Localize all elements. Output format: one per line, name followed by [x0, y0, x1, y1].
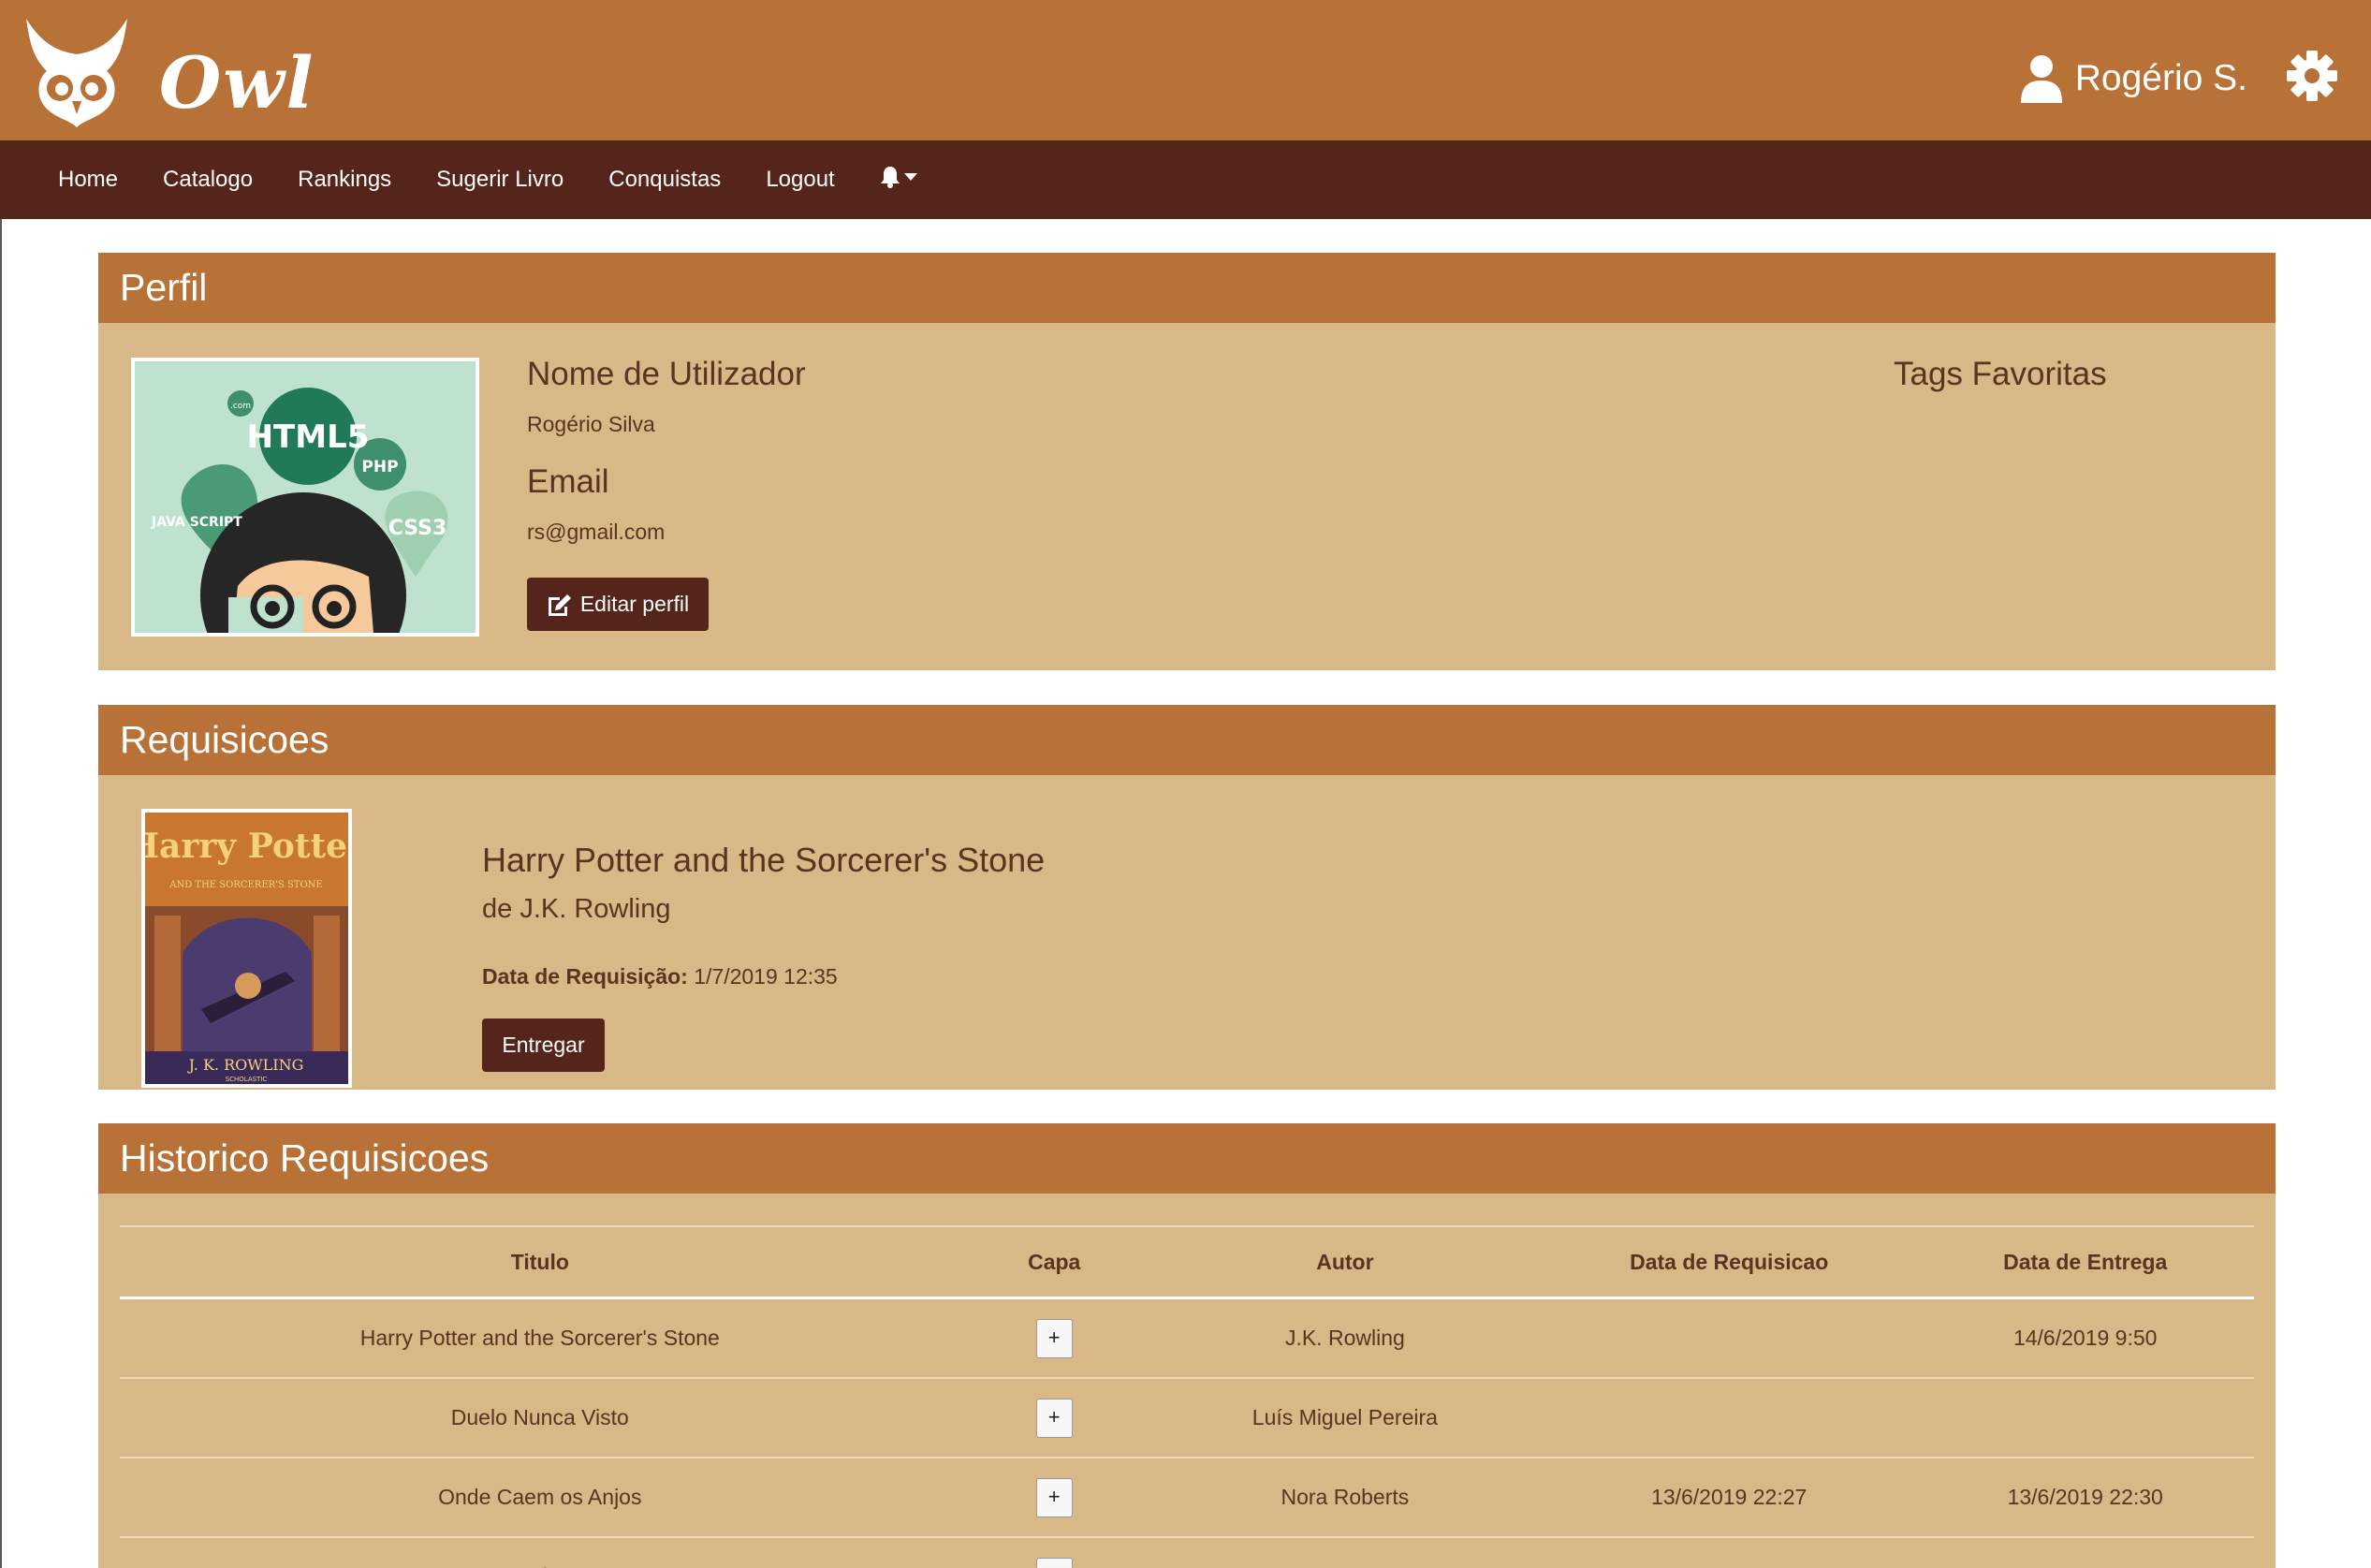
avatar: HTML5 PHP CSS3 JAVA SCRIPT .com [131, 358, 479, 637]
cell-data-requisicao [1541, 1378, 1917, 1458]
user-icon [2020, 55, 2062, 103]
column-header-autor: Autor [1148, 1225, 1542, 1299]
cell-capa: + [959, 1378, 1149, 1458]
table-row: Onde Caem os Anjos + Nora Roberts 13/6/2… [120, 1458, 2254, 1538]
deliver-button[interactable]: Entregar [482, 1018, 605, 1072]
cell-titulo: Sangue e Fogo - A História dos Reis Targ… [120, 1537, 960, 1568]
notifications-dropdown[interactable] [857, 166, 940, 188]
column-header-data-requisicao: Data de Requisicao [1541, 1225, 1917, 1299]
table-row: Duelo Nunca Visto + Luís Miguel Pereira [120, 1378, 2254, 1458]
bell-icon [880, 167, 900, 188]
brand-logo[interactable]: Owl [21, 17, 339, 129]
cell-autor: J.K. Rowling [1148, 1297, 1542, 1379]
avatar-com-text: .com [230, 402, 251, 411]
profile-panel-title: Perfil [98, 253, 2276, 323]
requests-panel: Requisicoes Harry Potter AND THE SORCERE… [98, 705, 2276, 1090]
history-table: Titulo Capa Autor Data de Requisicao Dat… [120, 1225, 2254, 1568]
avatar-css3-text: CSS3 [388, 517, 447, 540]
book-cover[interactable]: Harry Potter AND THE SORCERER'S STONE J.… [141, 809, 352, 1088]
avatar-html5-text: HTML5 [247, 418, 370, 456]
email-value: rs@gmail.com [527, 520, 666, 544]
column-header-capa: Capa [959, 1225, 1149, 1299]
nav-home[interactable]: Home [36, 167, 140, 193]
edit-profile-button[interactable]: Editar perfil [527, 578, 709, 631]
cell-data-entrega: 13/6/2019 22:30 [1916, 1458, 2254, 1538]
avatar-php-text: PHP [361, 458, 398, 476]
cell-data-entrega: 13/6/2019 22:31 [1916, 1537, 2254, 1568]
requests-panel-title: Requisicoes [98, 705, 2276, 775]
history-panel-title: Historico Requisicoes [98, 1123, 2276, 1194]
top-header: Owl Rogério S. [0, 0, 2371, 140]
cell-titulo: Harry Potter and the Sorcerer's Stone [120, 1297, 960, 1379]
column-header-data-entrega: Data de Entrega [1916, 1225, 2254, 1299]
cell-capa: + [959, 1537, 1149, 1568]
cell-titulo: Duelo Nunca Visto [120, 1378, 960, 1458]
column-header-titulo: Titulo [120, 1225, 960, 1299]
show-cover-button[interactable]: + [1035, 1398, 1073, 1438]
cell-capa: + [959, 1297, 1149, 1379]
chevron-down-icon [903, 173, 917, 181]
edit-icon [548, 593, 571, 616]
nav-rankings[interactable]: Rankings [275, 167, 414, 193]
email-label: Email [527, 463, 609, 500]
gear-icon[interactable] [2287, 51, 2337, 101]
request-date: Data de Requisição: 1/7/2019 12:35 [482, 964, 838, 989]
username-value: Rogério Silva [527, 412, 655, 436]
request-book-title: Harry Potter and the Sorcerer's Stone [482, 841, 1046, 879]
cover-title-text: Harry Potter [145, 827, 348, 866]
show-cover-button[interactable]: + [1035, 1477, 1073, 1517]
cell-capa: + [959, 1458, 1149, 1538]
show-cover-button[interactable]: + [1035, 1557, 1073, 1568]
book-cover-illustration: Harry Potter AND THE SORCERER'S STONE J.… [145, 813, 348, 1084]
main-nav: Home Catalogo Rankings Sugerir Livro Con… [0, 140, 2371, 219]
brand-name: Owl [159, 41, 315, 125]
cell-autor: George R. R. Martin [1148, 1537, 1542, 1568]
nav-sugerir-livro[interactable]: Sugerir Livro [414, 167, 586, 193]
edit-profile-label: Editar perfil [579, 592, 690, 616]
favorite-tags-label: Tags Favoritas [1894, 356, 2107, 392]
cover-subtitle-text: AND THE SORCERER'S STONE [168, 880, 322, 890]
show-cover-button[interactable]: + [1035, 1318, 1073, 1358]
window-edge [0, 0, 2, 1568]
nav-conquistas[interactable]: Conquistas [586, 167, 743, 193]
request-date-value: 1/7/2019 12:35 [694, 964, 838, 989]
cover-author-text: J. K. ROWLING [187, 1056, 304, 1074]
history-table-header: Titulo Capa Autor Data de Requisicao Dat… [120, 1225, 2254, 1299]
cell-data-requisicao: 13/6/2019 22:31 [1541, 1537, 1917, 1568]
avatar-js-text: JAVA SCRIPT [151, 515, 242, 530]
owl-logo-icon [26, 19, 127, 127]
table-row: Sangue e Fogo - A História dos Reis Targ… [120, 1537, 2254, 1568]
cell-autor: Nora Roberts [1148, 1458, 1542, 1538]
nav-catalogo[interactable]: Catalogo [140, 167, 275, 193]
cell-autor: Luís Miguel Pereira [1148, 1378, 1542, 1458]
username-label: Nome de Utilizador [527, 356, 806, 392]
cell-titulo: Onde Caem os Anjos [120, 1458, 960, 1538]
table-row: Harry Potter and the Sorcerer's Stone + … [120, 1297, 2254, 1379]
history-panel: Historico Requisicoes Titulo Capa Autor … [98, 1123, 2276, 1568]
request-date-label: Data de Requisição: [482, 964, 688, 989]
cell-data-requisicao: 13/6/2019 22:27 [1541, 1458, 1917, 1538]
cell-data-entrega [1916, 1378, 2254, 1458]
user-name: Rogério S. [2074, 58, 2247, 98]
profile-panel: Perfil HTML5 PHP CSS3 JAVA SCRIPT .com N… [98, 253, 2276, 670]
avatar-illustration: HTML5 PHP CSS3 JAVA SCRIPT .com [135, 361, 476, 633]
cover-publisher-text: SCHOLASTIC [226, 1076, 268, 1083]
cell-data-entrega: 14/6/2019 9:50 [1916, 1297, 2254, 1379]
cell-data-requisicao [1541, 1297, 1917, 1379]
nav-logout[interactable]: Logout [743, 167, 856, 193]
request-book-author: de J.K. Rowling [482, 894, 671, 924]
user-menu[interactable]: Rogério S. [2020, 52, 2247, 105]
